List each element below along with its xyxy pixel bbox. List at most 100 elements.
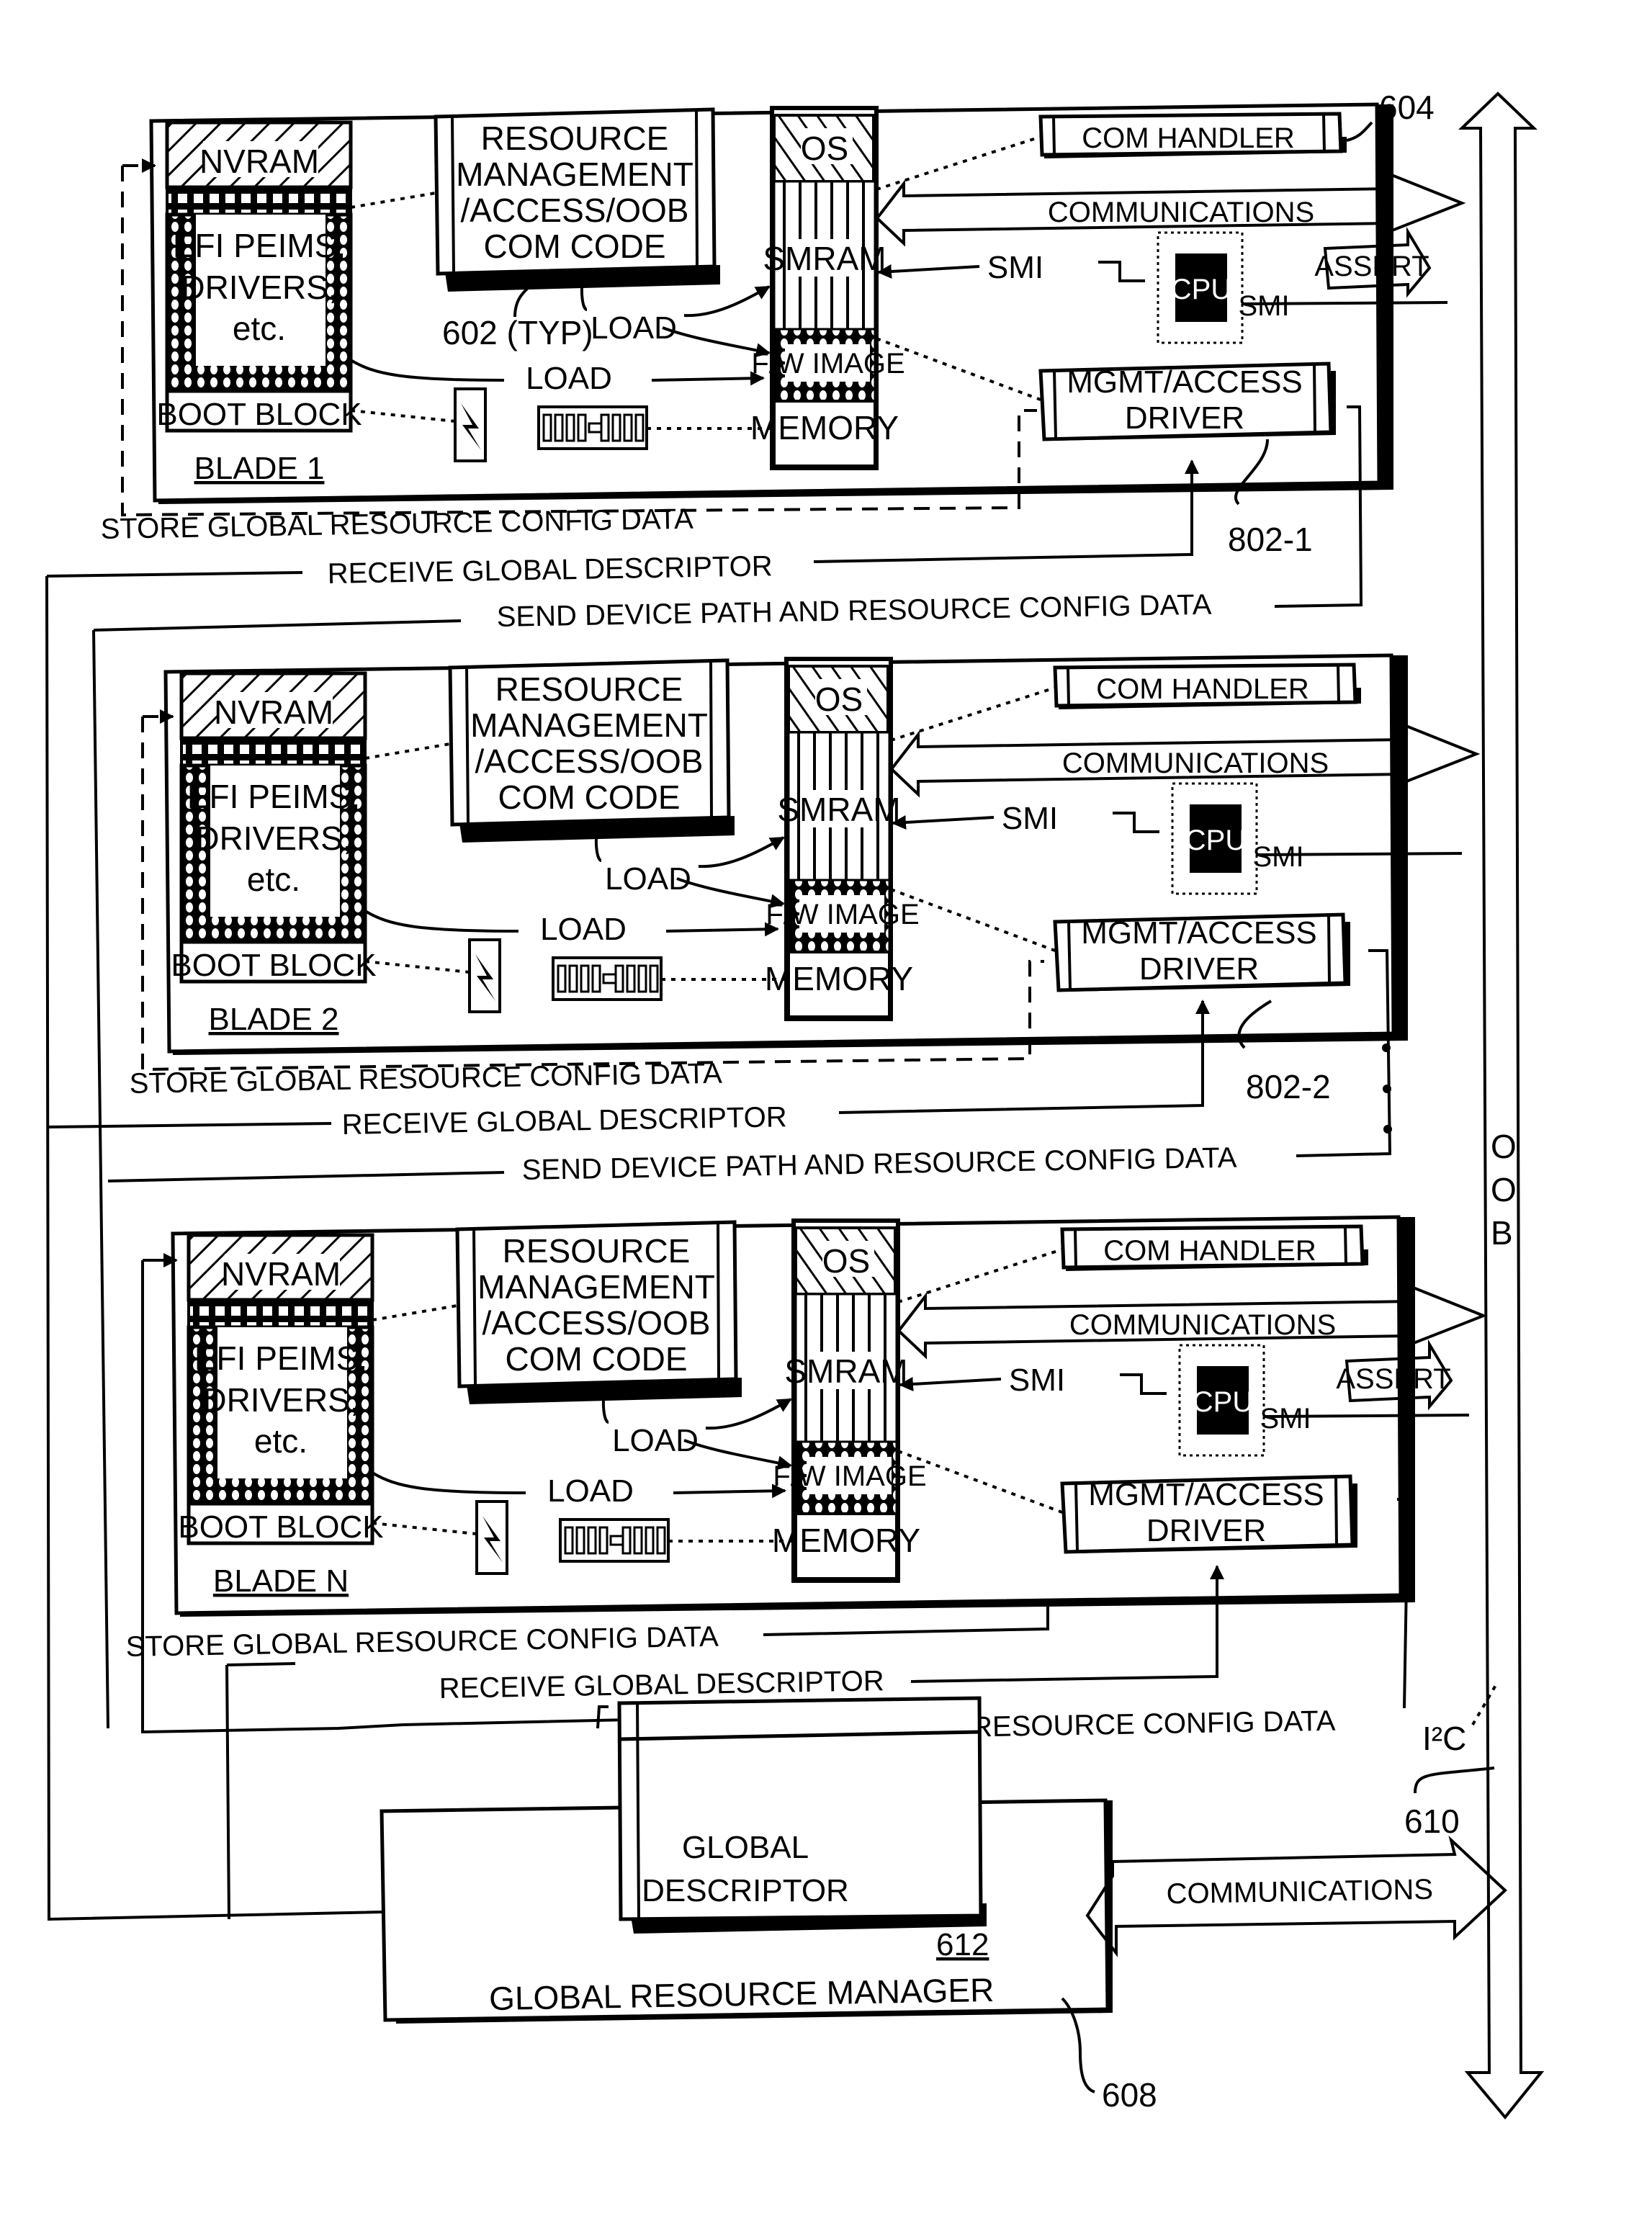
resource-code-line4: COM CODE <box>484 228 666 265</box>
smram-label: SMRAM <box>763 240 886 277</box>
cpu-label: CPU <box>1185 825 1246 856</box>
load-label-2: LOAD <box>540 912 627 947</box>
resource-code-line4: COM CODE <box>498 778 681 816</box>
smi-label: SMI <box>987 250 1043 285</box>
blade-name: BLADE N <box>213 1563 349 1599</box>
os-label: OS <box>822 1242 870 1280</box>
dimm-cell <box>587 1526 597 1555</box>
memory-label: MEMORY <box>765 960 913 997</box>
i2c-label: I²C <box>1422 1720 1466 1757</box>
dimm-cell <box>634 413 645 442</box>
ref-802-1: 802-1 <box>1228 521 1313 558</box>
mgmt-driver-divider-right <box>1334 1476 1338 1545</box>
boot-block-label: BOOT BLOCK <box>178 1509 383 1545</box>
ref-612: 612 <box>936 1927 989 1962</box>
resource-code-line1: RESOURCE <box>495 670 683 708</box>
fw-image-label: F/W IMAGE <box>773 1460 926 1492</box>
ref-608: 608 <box>1102 2076 1157 2114</box>
smi-label: SMI <box>1002 801 1058 836</box>
boot-block-label: BOOT BLOCK <box>171 948 376 983</box>
mgmt-driver-line1: MGMT/ACCESS <box>1088 1477 1324 1512</box>
blade-1: NVRAM EFI PEIMS, DRIVERS, etc. BOOT BLOCK BLA… <box>149 102 1466 504</box>
nvram-label: NVRAM <box>221 1255 341 1293</box>
load-label-1: LOAD <box>591 310 677 346</box>
resource-code-line3: /ACCESS/OOB <box>482 1304 711 1342</box>
memory-label: MEMORY <box>750 409 899 446</box>
cpu-label: CPU <box>1171 274 1231 305</box>
dimm-cell <box>542 413 552 442</box>
resource-code-divider-left <box>465 667 470 824</box>
fw-image-label: F/W IMAGE <box>766 899 919 930</box>
com-handler-divider-left <box>1074 1229 1077 1267</box>
dimm-cell <box>554 413 564 442</box>
ref-604: 604 <box>1379 89 1435 126</box>
manager-communications-label: COMMUNICATIONS <box>1166 1874 1433 1910</box>
oob-bus <box>1458 91 1545 2120</box>
os-label: OS <box>801 130 848 167</box>
dimm-cell <box>633 1526 643 1555</box>
dimm-cell <box>649 964 659 993</box>
nvram-grid-strip <box>180 737 367 767</box>
resource-code-divider-right <box>695 109 699 268</box>
dimm-cell <box>568 964 578 993</box>
boot-block-label: BOOT BLOCK <box>156 397 362 432</box>
mgmt-driver-divider-left <box>1074 1483 1079 1551</box>
dimm-cell <box>564 1526 574 1555</box>
blade-1-store-label: STORE GLOBAL RESOURCE CONFIG DATA <box>100 503 693 545</box>
global-descriptor-line2: DESCRIPTOR <box>642 1873 849 1908</box>
mgmt-driver-line1: MGMT/ACCESS <box>1067 364 1303 400</box>
oob-label-3: B <box>1491 1214 1513 1252</box>
resource-code-divider-left <box>472 1229 477 1386</box>
dimm-cell <box>577 413 587 442</box>
mgmt-driver-line2: DRIVER <box>1146 1513 1266 1548</box>
resource-code-line1: RESOURCE <box>503 1232 691 1270</box>
ref-610: 610 <box>1404 1803 1460 1840</box>
mgmt-driver-line1: MGMT/ACCESS <box>1081 915 1317 951</box>
efi-label-line3: etc. <box>254 1422 307 1460</box>
resource-code-line4: COM CODE <box>506 1340 688 1378</box>
resource-code-line3: /ACCESS/OOB <box>475 742 704 780</box>
efi-label-line3: etc. <box>233 310 286 347</box>
nvram-grid-strip <box>187 1298 374 1329</box>
mgmt-driver-line2: DRIVER <box>1139 951 1259 987</box>
efi-label-line2: DRIVERS, <box>195 820 351 857</box>
nvram-grid-strip <box>166 186 352 216</box>
dimm-cell <box>580 964 590 993</box>
smram-label: SMRAM <box>784 1352 907 1390</box>
dimm-cell <box>600 413 610 442</box>
mgmt-driver-divider-left <box>1067 921 1072 989</box>
blade-name: BLADE 2 <box>209 1002 339 1037</box>
resource-code-line2: MANAGEMENT <box>470 706 708 744</box>
blade-2: NVRAM EFI PEIMS, DRIVERS, etc. BOOT BLOCK BLA… <box>163 653 1481 1055</box>
resource-code-line3: /ACCESS/OOB <box>461 192 689 229</box>
assert-label: ASSERT <box>1336 1363 1450 1395</box>
efi-label-line3: etc. <box>247 861 300 898</box>
i2c-leader <box>1471 1680 1499 1726</box>
efi-label-line2: DRIVERS, <box>181 269 337 306</box>
dimm-cell <box>621 1526 632 1555</box>
cpu-smi-label: SMI <box>1238 290 1289 322</box>
dimm-cell <box>645 1526 655 1555</box>
com-handler-divider-right <box>1337 664 1340 704</box>
communications-label: COMMUNICATIONS <box>1062 748 1329 779</box>
efi-label-line1: EFI PEIMS, <box>187 778 360 815</box>
cpu-label: CPU <box>1193 1386 1253 1418</box>
communications-label: COMMUNICATIONS <box>1069 1309 1336 1341</box>
smram-label: SMRAM <box>777 791 900 828</box>
efi-label-line2: DRIVERS, <box>202 1381 359 1419</box>
load-label-1: LOAD <box>605 861 691 897</box>
blade-n-store-label: STORE GLOBAL RESOURCE CONFIG DATA <box>125 1621 719 1663</box>
mgmt-driver-line2: DRIVER <box>1125 400 1244 436</box>
ref-610-leader <box>1414 1767 1495 1794</box>
resource-code-divider-right <box>717 1222 720 1381</box>
oob-label-2: O <box>1491 1171 1517 1208</box>
com-handler-divider-right <box>1344 1226 1347 1265</box>
assert-label: ASSERT <box>1314 251 1429 282</box>
cpu-smi-label: SMI <box>1252 841 1303 873</box>
mgmt-driver-divider-right <box>1313 364 1316 433</box>
dimm-cell <box>637 964 647 993</box>
fw-image-label: F/W IMAGE <box>751 348 904 380</box>
global-descriptor-line1: GLOBAL <box>682 1830 809 1865</box>
cpu-smi-label: SMI <box>1260 1403 1311 1435</box>
dimm-cell <box>626 964 636 993</box>
